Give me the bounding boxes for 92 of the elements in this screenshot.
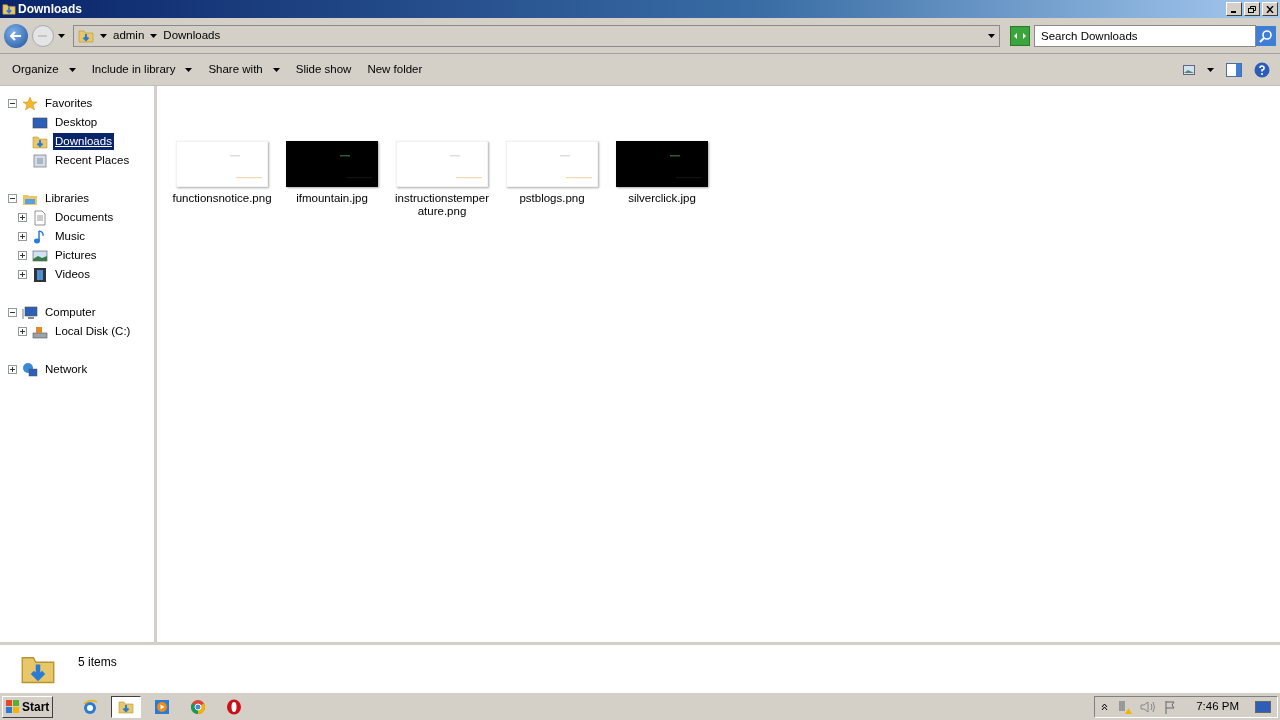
film-icon xyxy=(32,266,48,283)
view-icon xyxy=(1183,64,1195,75)
nav-item[interactable]: Favorites xyxy=(43,94,95,113)
network-icon xyxy=(22,361,38,378)
browser-e-icon xyxy=(82,698,99,715)
minus-icon xyxy=(9,309,16,316)
pane-icon xyxy=(1226,62,1242,77)
minus-icon xyxy=(9,100,16,107)
restore-icon xyxy=(1248,5,1256,13)
expand-toggle[interactable] xyxy=(8,365,17,374)
plus-icon xyxy=(19,214,26,221)
browser-o-icon xyxy=(226,698,243,715)
refresh-button[interactable] xyxy=(1010,25,1030,46)
pictures-icon xyxy=(32,247,48,264)
window-title: Downloads xyxy=(18,1,83,18)
close-icon xyxy=(1266,5,1274,13)
caret-icon xyxy=(272,67,280,72)
nav-item[interactable]: Recent Places xyxy=(53,151,132,170)
expand-toggle[interactable] xyxy=(18,270,27,279)
nav-item[interactable]: Network xyxy=(43,360,90,379)
start-button[interactable]: Start xyxy=(2,695,54,718)
caret-icon xyxy=(58,33,65,38)
speaker-icon xyxy=(1140,699,1157,714)
network-warning-icon xyxy=(1116,698,1133,715)
expand-toggle[interactable] xyxy=(18,327,27,336)
address-bar[interactable]: admin Downloads xyxy=(73,24,1000,47)
file-name[interactable]: functionsnotice.png xyxy=(172,192,272,205)
minus-icon xyxy=(9,195,16,202)
nav-item[interactable]: Music xyxy=(53,227,88,246)
collapse-toggle[interactable] xyxy=(8,308,17,317)
nav-item[interactable]: Desktop xyxy=(53,113,100,132)
chevron-up-icon xyxy=(1101,702,1109,711)
nav-item[interactable]: Downloads xyxy=(53,132,114,151)
toolbar-button[interactable]: Slide show xyxy=(287,57,360,82)
document-icon xyxy=(32,209,48,226)
play-icon xyxy=(154,698,171,715)
recent-places-icon xyxy=(32,152,48,169)
folder-icon xyxy=(2,2,16,16)
expand-toggle[interactable] xyxy=(18,213,27,222)
folder-icon xyxy=(118,698,135,715)
clock: 7:46 PM xyxy=(1196,698,1239,714)
taskbar-button[interactable] xyxy=(111,695,142,718)
nav-item[interactable]: Videos xyxy=(53,265,92,284)
toolbar-button[interactable]: Organize xyxy=(4,57,84,82)
expand-toggle[interactable] xyxy=(18,251,27,260)
caret-icon xyxy=(185,67,193,72)
plus-icon xyxy=(19,328,26,335)
expand-toggle[interactable] xyxy=(18,232,27,241)
toolbar-button[interactable]: New folder xyxy=(359,57,431,82)
plus-icon xyxy=(19,233,26,240)
file-name[interactable]: pstblogs.png xyxy=(502,192,602,205)
browser-circle-icon xyxy=(190,698,207,715)
star-icon xyxy=(22,95,38,112)
back-button[interactable] xyxy=(4,23,28,48)
nav-item[interactable]: Pictures xyxy=(53,246,99,265)
collapse-toggle[interactable] xyxy=(8,194,17,203)
nav-item[interactable]: Local Disk (C:) xyxy=(53,322,133,341)
file-name[interactable]: silverclick.jpg xyxy=(612,192,712,205)
computer-icon xyxy=(22,304,38,321)
refresh-icon xyxy=(1013,30,1027,41)
caret-icon xyxy=(988,33,995,38)
search-icon xyxy=(1259,28,1273,43)
breadcrumb[interactable]: admin xyxy=(113,26,145,45)
folder-icon xyxy=(78,27,94,44)
search-button[interactable] xyxy=(1256,25,1276,46)
caret-icon xyxy=(68,67,76,72)
monitor-icon xyxy=(32,114,48,131)
toolbar-button[interactable]: Share with xyxy=(200,57,288,82)
download-folder-icon xyxy=(32,133,48,150)
restore-button[interactable] xyxy=(1244,2,1260,16)
nav-item[interactable]: Computer xyxy=(43,303,98,322)
caret-icon xyxy=(150,33,158,38)
toolbar-button[interactable]: Include in library xyxy=(83,57,201,82)
back-arrow-icon xyxy=(10,30,22,41)
caret-icon xyxy=(100,33,107,38)
help-icon xyxy=(1254,61,1270,78)
collapse-toggle[interactable] xyxy=(8,99,17,108)
file-name[interactable]: ifmountain.jpg xyxy=(282,192,382,205)
caret-icon xyxy=(1207,67,1214,72)
nav-item[interactable]: Libraries xyxy=(43,189,92,208)
plus-icon xyxy=(9,366,16,373)
plus-icon xyxy=(19,271,26,278)
file-name[interactable]: instructionstemperature.png xyxy=(392,192,492,218)
search-field[interactable]: Search Downloads xyxy=(1034,24,1256,47)
item-count: 5 items xyxy=(78,654,117,671)
breadcrumb[interactable]: Downloads xyxy=(163,26,221,45)
windows-logo-icon xyxy=(6,699,20,714)
nav-item[interactable]: Documents xyxy=(53,208,116,227)
close-button[interactable] xyxy=(1262,2,1278,16)
minimize-button[interactable] xyxy=(1226,2,1242,16)
show-desktop-button[interactable] xyxy=(1255,700,1271,713)
plus-icon xyxy=(19,252,26,259)
